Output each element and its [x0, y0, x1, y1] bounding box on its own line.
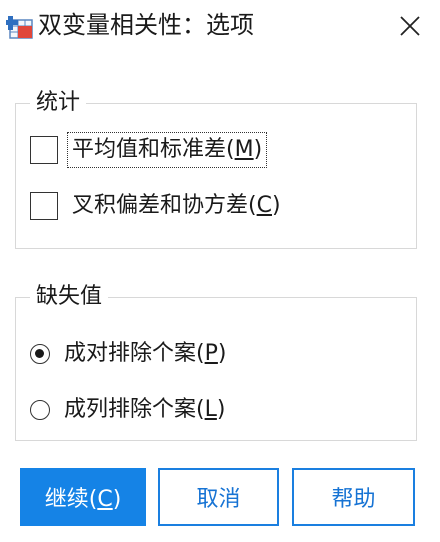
spss-app-icon — [6, 16, 33, 39]
exclude-listwise-label: 成列排除个案(L) — [64, 397, 226, 422]
help-button-label: 帮助 — [331, 487, 376, 512]
continue-button[interactable]: 继续(C) — [20, 468, 146, 526]
exclude-listwise-radio-dot[interactable] — [30, 400, 50, 420]
crossproduct-covariance-checkbox[interactable]: 叉积偏差和协方差(C) — [30, 186, 283, 226]
cancel-button[interactable]: 取消 — [158, 468, 279, 526]
exclude-listwise-radio[interactable]: 成列排除个案(L) — [30, 390, 227, 430]
means-stddev-checkbox-box[interactable] — [30, 136, 58, 164]
continue-button-label: 继续(C) — [44, 487, 122, 512]
missing-values-legend: 缺失值 — [30, 280, 109, 314]
title-bar: 双变量相关性：选项 — [0, 0, 440, 56]
help-button[interactable]: 帮助 — [292, 468, 415, 526]
missing-values-group: 缺失值 成对排除个案(P) 成列排除个案(L) — [15, 280, 417, 441]
crossproduct-covariance-checkbox-box[interactable] — [30, 192, 58, 220]
cancel-button-label: 取消 — [196, 487, 241, 512]
means-stddev-checkbox[interactable]: 平均值和标准差(M) — [30, 130, 268, 170]
crossproduct-covariance-label: 叉积偏差和协方差(C) — [72, 193, 281, 218]
close-button[interactable] — [390, 6, 430, 46]
exclude-pairwise-radio-dot[interactable] — [30, 344, 50, 364]
statistics-legend: 统计 — [30, 86, 87, 120]
close-icon — [400, 16, 420, 36]
statistics-group: 统计 平均值和标准差(M) 叉积偏差和协方差(C) — [15, 86, 417, 249]
means-stddev-label: 平均值和标准差(M) — [66, 132, 268, 168]
dialog-title: 双变量相关性：选项 — [38, 11, 254, 39]
exclude-pairwise-label: 成对排除个案(P) — [64, 341, 227, 366]
exclude-pairwise-radio[interactable]: 成对排除个案(P) — [30, 334, 228, 374]
